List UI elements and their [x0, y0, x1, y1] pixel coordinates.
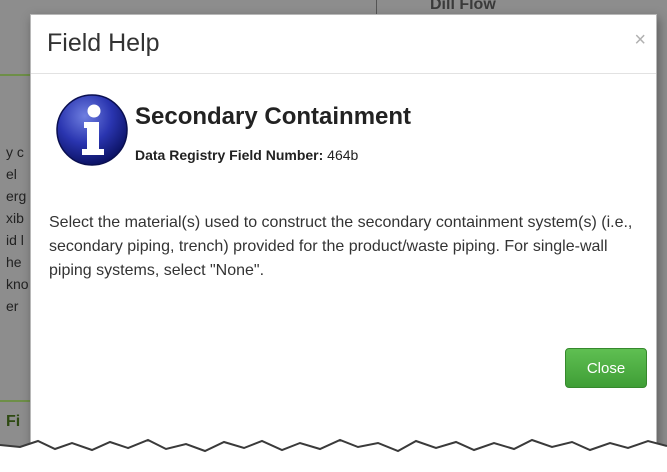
- torn-paper-edge: [0, 438, 667, 472]
- background-text-fragment: id l: [6, 232, 24, 248]
- field-number-value: 464b: [327, 147, 359, 163]
- field-help-dialog: Field Help × Secondary Containment Data …: [30, 14, 657, 451]
- dialog-title: Field Help: [47, 29, 160, 57]
- help-description: Select the material(s) used to construct…: [49, 214, 633, 279]
- field-number: Data Registry Field Number: 464b: [135, 147, 358, 163]
- close-button[interactable]: Close: [565, 348, 647, 388]
- background-text-fragment: el: [6, 166, 17, 182]
- background-text-fragment: er: [6, 298, 19, 314]
- info-icon: [56, 94, 128, 166]
- close-icon[interactable]: ×: [634, 29, 646, 52]
- background-text-fragment: xib: [6, 210, 24, 226]
- background-text-fragment: y c: [6, 144, 24, 160]
- help-title: Secondary Containment: [135, 103, 412, 130]
- background-text-fragment: kno: [6, 276, 29, 292]
- background-text-fragment: erg: [6, 188, 27, 204]
- field-number-label: Data Registry Field Number:: [135, 147, 324, 163]
- background-text-fragment: he: [6, 254, 22, 270]
- background-header-text: Dill Flow: [430, 0, 496, 13]
- dialog-header: Field Help ×: [31, 15, 656, 74]
